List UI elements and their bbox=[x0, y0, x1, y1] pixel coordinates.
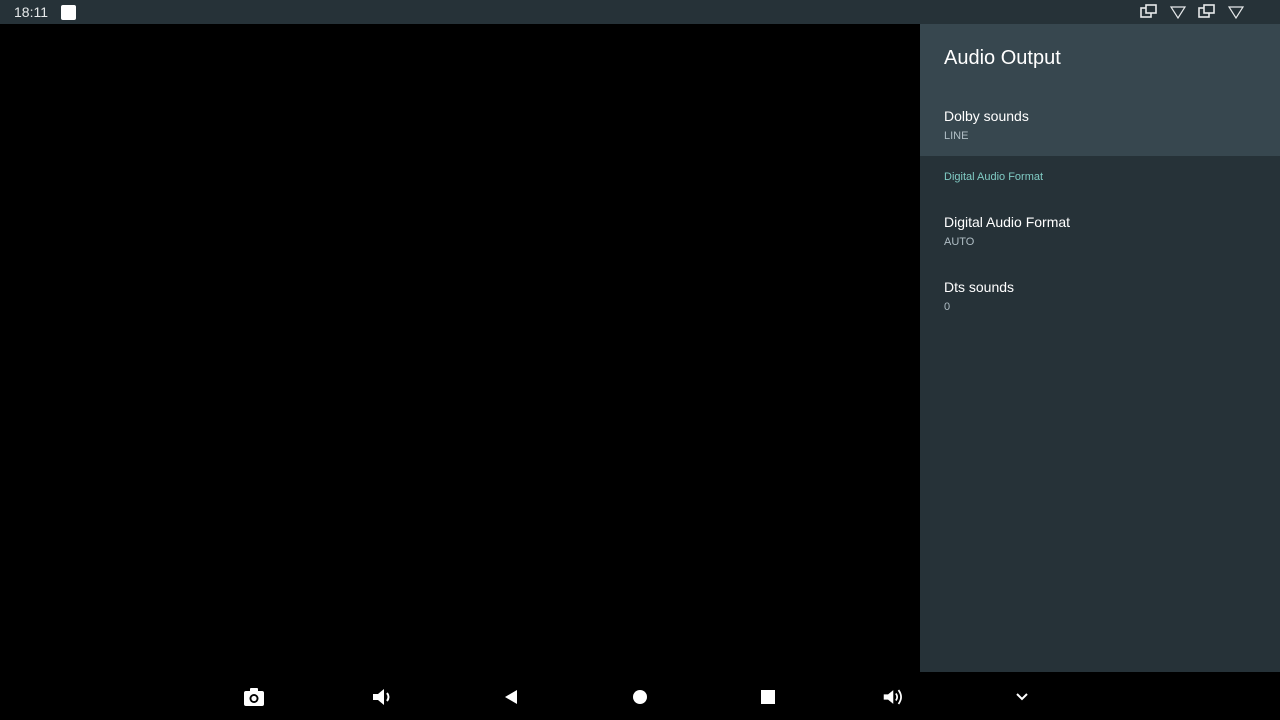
pref-title: Dolby sounds bbox=[944, 107, 1029, 124]
collapse-icon[interactable] bbox=[1009, 684, 1035, 710]
cast-icon bbox=[1198, 4, 1215, 18]
recents-icon[interactable] bbox=[755, 684, 781, 710]
volume-down-icon[interactable] bbox=[370, 684, 396, 710]
pref-dolby-sounds[interactable]: Dolby sounds LINE bbox=[920, 93, 1280, 156]
status-bar: 18:11 bbox=[0, 0, 1280, 24]
notification-square-icon bbox=[61, 4, 76, 20]
pref-summary: AUTO bbox=[944, 236, 975, 248]
navigation-bar bbox=[0, 672, 1280, 720]
volume-up-icon[interactable] bbox=[882, 684, 908, 710]
home-icon[interactable] bbox=[627, 684, 653, 710]
pref-summary: LINE bbox=[944, 129, 969, 142]
cast-icon bbox=[1140, 4, 1157, 18]
back-icon[interactable] bbox=[498, 684, 524, 710]
status-time: 18:11 bbox=[14, 4, 48, 20]
pref-dts-sounds[interactable]: Dts sounds 0 bbox=[920, 264, 1280, 327]
pref-category-digital-audio: Digital Audio Format bbox=[944, 171, 1044, 183]
pref-title: Dts sounds bbox=[944, 278, 1015, 295]
pref-summary: 0 bbox=[944, 300, 951, 313]
pref-title: Digital Audio Format bbox=[944, 214, 1071, 230]
panel-title: Audio Output bbox=[944, 47, 1061, 69]
wifi-icon bbox=[1228, 6, 1244, 19]
panel-header: Audio Output bbox=[920, 24, 1280, 93]
camera-icon[interactable] bbox=[241, 684, 267, 710]
status-icons bbox=[1140, 4, 1244, 20]
settings-panel: Audio Output Dolby sounds LINE Digital A… bbox=[920, 24, 1280, 672]
wifi-icon bbox=[1170, 6, 1186, 19]
pref-digital-audio-format[interactable]: Digital Audio Format AUTO bbox=[920, 198, 1280, 264]
video-area bbox=[0, 24, 920, 672]
